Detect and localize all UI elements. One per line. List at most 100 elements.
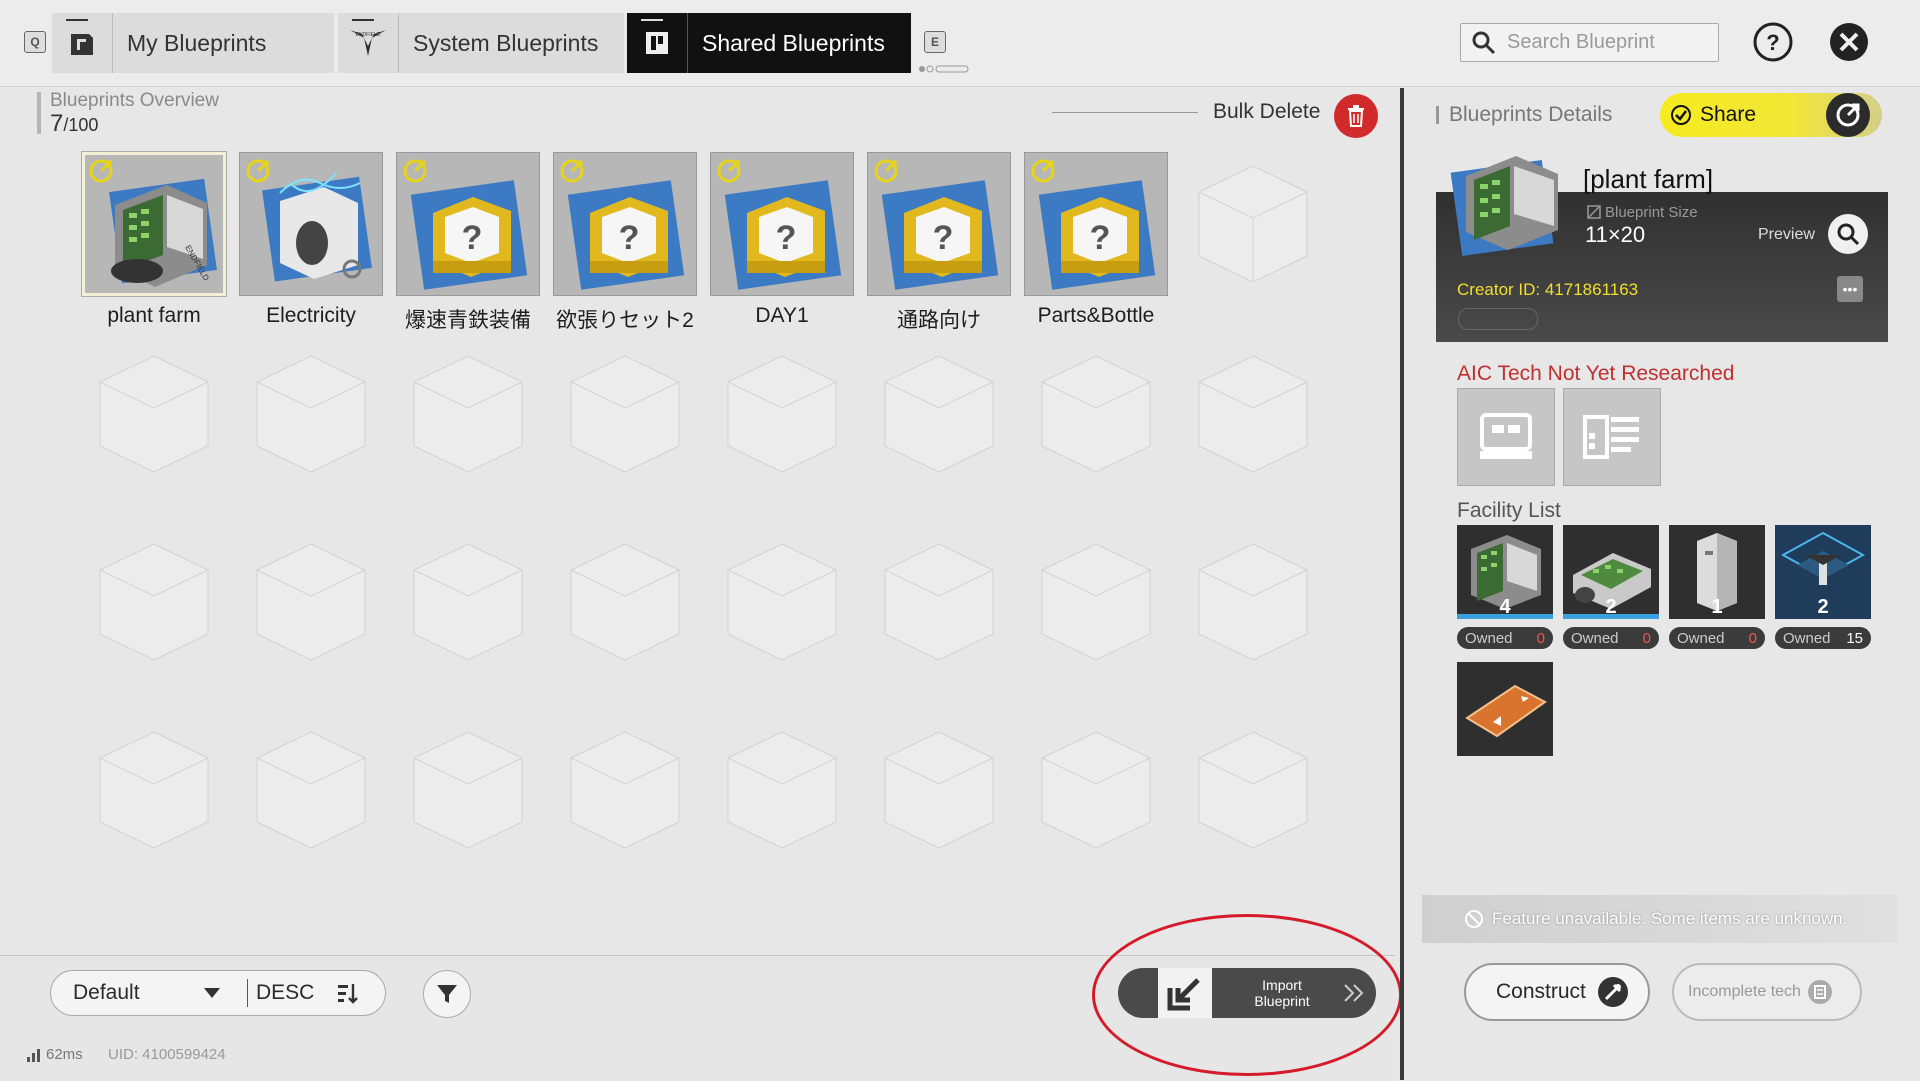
magnifier-icon — [1837, 223, 1860, 246]
import-label: Import Blueprint — [1222, 977, 1342, 1009]
tab-dash — [352, 19, 374, 21]
shared-badge-icon — [1030, 158, 1056, 189]
tech-tile-1[interactable] — [1457, 388, 1555, 486]
owned-value: 0 — [1748, 629, 1757, 647]
filter-button[interactable] — [423, 970, 471, 1018]
tab-label: System Blueprints — [413, 29, 599, 56]
blueprint-count: 7/100 — [50, 110, 98, 138]
facility-tile-1[interactable]: 4 — [1457, 525, 1553, 619]
feature-unavailable-notice: Feature unavailable. Some items are unkn… — [1422, 895, 1897, 943]
unavailable-icon — [1465, 910, 1483, 928]
facility-count: 2 — [1817, 596, 1829, 618]
tab-label: Shared Blueprints — [702, 29, 885, 56]
blueprint-doc-icon — [52, 13, 113, 73]
construct-tool-icon — [1598, 977, 1628, 1007]
sort-order-icon[interactable] — [336, 982, 359, 1004]
tab-dash — [641, 19, 663, 21]
overview-title: Blueprints Overview — [50, 90, 219, 111]
close-button[interactable] — [1828, 21, 1870, 63]
facility-tile-4[interactable]: 2 — [1775, 525, 1871, 619]
owned-value: 0 — [1642, 629, 1651, 647]
owned-badge-2: Owned 0 — [1563, 627, 1659, 649]
blueprint-name: Parts&Bottle — [1037, 304, 1155, 327]
search-icon — [1472, 31, 1496, 54]
facility-tile-3[interactable]: 1 — [1669, 525, 1765, 619]
owned-badge-1: Owned 0 — [1457, 627, 1553, 649]
share-label: Share — [1700, 103, 1757, 126]
plant-farm-machine-icon — [1450, 156, 1558, 256]
blueprint-card-unknown-3[interactable]: ? DAY1 — [710, 152, 854, 327]
more-options-button[interactable]: ••• — [1837, 276, 1863, 302]
tab-system-blueprints[interactable]: ENDFIELD System Blueprints — [338, 13, 624, 73]
help-button[interactable]: ? — [1752, 21, 1794, 63]
import-blueprint-button[interactable]: Import Blueprint — [1118, 968, 1376, 1018]
owned-value: 0 — [1536, 629, 1545, 647]
top-bar: Q My Blueprints ENDFIELD System Blueprin… — [0, 0, 1920, 87]
count-value: 7 — [50, 110, 64, 137]
endfield-logo-icon: ENDFIELD — [338, 13, 399, 73]
facility-count: 4 — [1499, 596, 1511, 618]
search-placeholder: Search Blueprint — [1507, 31, 1655, 53]
user-uid: UID: 4100599424 — [108, 1046, 226, 1063]
blueprint-card-plant-farm[interactable]: ENDFIELD plant farm — [82, 152, 226, 327]
terminal-tech-icon — [1480, 413, 1532, 459]
shared-badge-icon — [245, 158, 271, 189]
sort-select-value[interactable]: Default — [73, 981, 203, 1005]
tab-dash — [66, 19, 88, 21]
bulk-delete-button[interactable] — [1334, 94, 1378, 138]
blueprint-card-unknown-1[interactable]: ? 爆速青鉄装備 — [396, 152, 540, 332]
owned-value: 15 — [1846, 629, 1863, 647]
blueprint-card-unknown-4[interactable]: ? 通路向け — [867, 152, 1011, 332]
double-chevron-right-icon — [1344, 984, 1364, 1002]
blueprint-card-unknown-5[interactable]: ? Parts&Bottle — [1024, 152, 1168, 327]
owned-badge-3: Owned 0 — [1669, 627, 1765, 649]
svg-text:?: ? — [933, 219, 954, 257]
incomplete-label: Incomplete tech — [1688, 983, 1801, 1000]
tech-warning-title: AIC Tech Not Yet Researched — [1457, 362, 1735, 385]
tech-document-icon — [1807, 980, 1832, 1004]
sort-order-label[interactable]: DESC — [256, 981, 314, 1005]
help-icon: ? — [1753, 22, 1793, 62]
svg-text:ENDFIELD: ENDFIELD — [356, 32, 381, 38]
trash-icon — [1348, 105, 1364, 127]
blueprint-title: [plant farm] — [1583, 164, 1714, 194]
share-link-icon — [1836, 103, 1860, 127]
share-link-button[interactable] — [1826, 93, 1870, 137]
preview-label: Preview — [1758, 226, 1815, 243]
empty-slot-row-2 — [99, 543, 1308, 661]
sort-control[interactable]: Default DESC — [50, 970, 386, 1016]
details-accent-bar — [1436, 106, 1439, 124]
bulk-delete-label[interactable]: Bulk Delete — [1213, 100, 1320, 124]
import-label-line2: Blueprint — [1254, 993, 1310, 1009]
facility-list-title: Facility List — [1457, 499, 1561, 522]
svg-text:?: ? — [462, 219, 483, 257]
tab-shared-blueprints[interactable]: Shared Blueprints — [627, 13, 911, 73]
search-input[interactable]: Search Blueprint — [1460, 23, 1719, 62]
tab-my-blueprints[interactable]: My Blueprints — [52, 13, 334, 73]
foundation-plate-facility-icon — [1465, 684, 1547, 738]
prev-tab-key-hint[interactable]: Q — [24, 31, 46, 53]
owned-label: Owned — [1465, 629, 1513, 647]
facility-tile-2[interactable]: 2 — [1563, 525, 1659, 619]
shared-badge-icon — [716, 158, 742, 189]
shared-badge-icon — [88, 158, 114, 189]
preview-button[interactable] — [1828, 214, 1868, 254]
bulk-delete-line — [1052, 112, 1198, 113]
owned-label: Owned — [1783, 629, 1831, 647]
details-title: Blueprints Details — [1449, 103, 1613, 126]
facility-count: 1 — [1711, 596, 1723, 618]
tag-pill — [1458, 308, 1538, 330]
signal-icon — [27, 1049, 40, 1062]
blueprint-card-unknown-2[interactable]: ? 欲張りセット2 — [553, 152, 697, 332]
incomplete-tech-button[interactable]: Incomplete tech — [1672, 963, 1862, 1021]
facility-tile-5[interactable] — [1457, 662, 1553, 756]
empty-slot-row-3 — [99, 731, 1308, 849]
construct-button[interactable]: Construct — [1464, 963, 1650, 1021]
shared-badge-icon — [559, 158, 585, 189]
blueprint-card-electricity[interactable]: Electricity — [239, 152, 383, 327]
page-dots-indicator — [919, 65, 969, 73]
blueprint-detail-thumbnail — [1446, 140, 1574, 256]
import-icon — [1158, 968, 1212, 1018]
tech-tile-2[interactable] — [1563, 388, 1661, 486]
next-tab-key-hint[interactable]: E — [924, 31, 946, 53]
